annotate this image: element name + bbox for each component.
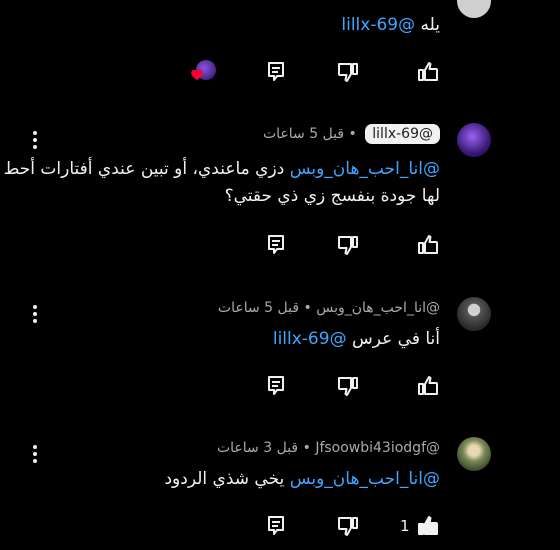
reply-icon[interactable]: [264, 514, 288, 538]
comment-meta: @انا_احب_هان_وبس • قبل 5 ساعات: [218, 300, 440, 316]
more-options-button[interactable]: [28, 445, 42, 463]
dislike-icon[interactable]: [336, 514, 360, 538]
timestamp: قبل 3 ساعات: [216, 440, 299, 456]
like-icon[interactable]: [416, 233, 440, 257]
author-name[interactable]: @Jfsoowbi43iodgf: [315, 440, 440, 456]
reply-icon[interactable]: [264, 233, 288, 257]
timestamp: قبل 5 ساعات: [217, 300, 300, 316]
comment-text: يخي شذي الردود: [164, 469, 290, 489]
dislike-icon[interactable]: [336, 374, 360, 398]
comment-meta: @Jfsoowbi43iodgf • قبل 3 ساعات: [217, 440, 440, 456]
creator-heart-badge: [190, 60, 218, 84]
author-chip[interactable]: @lillx-69: [365, 124, 440, 144]
like-icon[interactable]: [416, 514, 440, 538]
timestamp: قبل 5 ساعات: [262, 126, 345, 142]
like-count: 1: [400, 517, 410, 535]
separator: •: [299, 300, 312, 316]
mention-link[interactable]: @lillx-69: [341, 15, 415, 35]
more-options-button[interactable]: [28, 131, 42, 149]
dislike-icon[interactable]: [336, 233, 360, 257]
comment-body: يله @lillx-69: [0, 12, 440, 39]
avatar[interactable]: [457, 123, 491, 157]
like-icon[interactable]: [416, 60, 440, 84]
comment-text: أنا في عرس: [346, 329, 440, 349]
mention-link[interactable]: @انا_احب_هان_وبس: [290, 159, 440, 179]
comment-body: @انا_احب_هان_وبس يخي شذي الردود: [0, 466, 440, 493]
author-name[interactable]: @انا_احب_هان_وبس: [316, 300, 440, 316]
reply-icon[interactable]: [264, 60, 288, 84]
comment-meta: @lillx-69 • قبل 5 ساعات: [262, 124, 440, 144]
dislike-icon[interactable]: [336, 60, 360, 84]
comment-body: @انا_احب_هان_وبس دزي ماعندي، أو تبين عند…: [0, 156, 440, 210]
mention-link[interactable]: @انا_احب_هان_وبس: [290, 469, 440, 489]
comment-text: يله: [415, 15, 441, 35]
mention-link[interactable]: @lillx-69: [273, 329, 347, 349]
reply-icon[interactable]: [264, 374, 288, 398]
separator: •: [298, 440, 311, 456]
avatar[interactable]: [457, 437, 491, 471]
like-icon[interactable]: [416, 374, 440, 398]
avatar[interactable]: [457, 297, 491, 331]
avatar[interactable]: [457, 0, 491, 18]
heart-icon: [191, 69, 203, 81]
separator: •: [344, 126, 357, 142]
more-options-button[interactable]: [28, 305, 42, 323]
comment-body: أنا في عرس @lillx-69: [0, 326, 440, 353]
